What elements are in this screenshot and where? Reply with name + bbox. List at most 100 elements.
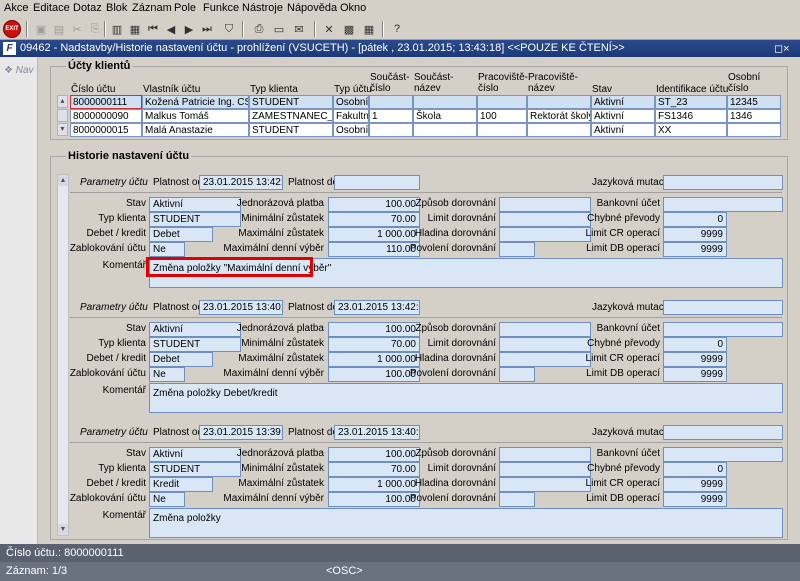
help-icon[interactable]: ? [388, 21, 406, 37]
language-field[interactable] [663, 425, 783, 440]
state-field[interactable]: Aktivní [149, 197, 241, 212]
valid-to-field[interactable] [334, 175, 420, 190]
bank-account-field[interactable] [663, 447, 783, 462]
workplace-number-cell[interactable] [477, 123, 527, 137]
owner-cell[interactable]: Malá Anastazie [142, 123, 249, 137]
calculator-icon[interactable]: ▩ [340, 21, 358, 37]
scroll-down-icon[interactable]: ▼ [58, 524, 68, 535]
calendar-icon[interactable]: ▦ [360, 21, 378, 37]
limit-db-field[interactable]: 9999 [663, 367, 727, 382]
topup-allowed-field[interactable] [499, 367, 535, 382]
first-record-icon[interactable]: ⏮ [144, 21, 162, 37]
bad-transfers-field[interactable]: 0 [663, 212, 727, 227]
save-icon[interactable]: ▣ [32, 21, 50, 37]
part-name-cell[interactable]: Škola [413, 109, 477, 123]
print-icon[interactable]: ▤ [50, 21, 68, 37]
limit-cr-field[interactable]: 9999 [663, 477, 727, 492]
mail-icon[interactable]: ✉ [290, 21, 308, 37]
bad-transfers-field[interactable]: 0 [663, 462, 727, 477]
valid-from-field[interactable]: 23.01.2015 13:40:18 [199, 300, 283, 315]
owner-cell[interactable]: Malkus Tomáš [142, 109, 249, 123]
limit-db-field[interactable]: 9999 [663, 242, 727, 257]
debit-credit-field[interactable]: Debet [149, 227, 213, 242]
min-balance-field[interactable]: 70.00 [328, 212, 420, 227]
account-type-cell[interactable]: Fakultní [333, 109, 369, 123]
personal-number-cell[interactable] [727, 123, 781, 137]
client-type-field[interactable]: STUDENT [149, 212, 241, 227]
valid-from-field[interactable]: 23.01.2015 13:39:48 [199, 425, 283, 440]
account-id-cell[interactable]: XX [655, 123, 727, 137]
state-field[interactable]: Aktivní [149, 447, 241, 462]
scroll-down-icon[interactable]: ▼ [57, 123, 68, 136]
max-daily-field[interactable]: 110.00 [328, 242, 420, 257]
valid-from-field[interactable]: 23.01.2015 13:42:48 [199, 175, 283, 190]
menu-editace[interactable]: Editace [33, 2, 70, 14]
max-balance-field[interactable]: 1 000.00 [328, 227, 420, 242]
debit-credit-field[interactable]: Kredit [149, 477, 213, 492]
client-type-cell[interactable]: STUDENT [249, 95, 333, 109]
printer-icon[interactable]: ⎙ [250, 21, 268, 37]
debit-credit-field[interactable]: Debet [149, 352, 213, 367]
topup-level-field[interactable] [499, 227, 591, 242]
window-controls-icon[interactable]: ◻× [774, 42, 790, 55]
min-balance-field[interactable]: 70.00 [328, 337, 420, 352]
export-icon[interactable]: ▭ [270, 21, 288, 37]
client-type-field[interactable]: STUDENT [149, 462, 241, 477]
valid-to-field[interactable]: 23.01.2015 13:42:48 [334, 300, 420, 315]
personal-number-cell[interactable]: 1346 [727, 109, 781, 123]
menu-nastroje[interactable]: Nástroje [242, 2, 283, 14]
scroll-up-icon[interactable]: ▲ [58, 175, 68, 186]
workplace-number-cell[interactable]: 100 [477, 109, 527, 123]
query-icon[interactable]: ▥ [108, 21, 126, 37]
menu-zaznam[interactable]: Záznam [132, 2, 172, 14]
state-cell[interactable]: Aktivní [591, 95, 655, 109]
topup-method-field[interactable] [499, 447, 591, 462]
menu-napoveda[interactable]: Nápověda [287, 2, 337, 14]
client-type-cell[interactable]: STUDENT [249, 123, 333, 137]
bank-account-field[interactable] [663, 197, 783, 212]
menu-dotaz[interactable]: Dotaz [73, 2, 102, 14]
topup-level-field[interactable] [499, 477, 591, 492]
row-indicator[interactable] [57, 109, 68, 122]
prev-record-icon[interactable]: ◀ [162, 21, 180, 37]
menu-akce[interactable]: Akce [4, 2, 28, 14]
account-number-cell[interactable]: 8000000090 [70, 109, 142, 123]
part-number-cell[interactable]: 1 [369, 109, 413, 123]
workplace-name-cell[interactable] [527, 123, 591, 137]
state-cell[interactable]: Aktivní [591, 123, 655, 137]
menu-funkce[interactable]: Funkce [203, 2, 239, 14]
state-cell[interactable]: Aktivní [591, 109, 655, 123]
blocked-field[interactable]: Ne [149, 242, 185, 257]
part-name-cell[interactable] [413, 123, 477, 137]
bad-transfers-field[interactable]: 0 [663, 337, 727, 352]
workplace-name-cell[interactable]: Rektorát školy [527, 109, 591, 123]
part-number-cell[interactable] [369, 95, 413, 109]
topup-allowed-field[interactable] [499, 492, 535, 507]
client-type-cell[interactable]: ZAMESTNANEC_SLU [249, 109, 333, 123]
account-number-cell[interactable]: 8000000111 [70, 95, 142, 109]
owner-cell[interactable]: Kožená Patricie Ing. CSc. [142, 95, 249, 109]
history-scrollbar[interactable]: ▲ ▼ [57, 174, 69, 536]
menu-okno[interactable]: Okno [340, 2, 366, 14]
topup-limit-field[interactable] [499, 337, 591, 352]
next-record-icon[interactable]: ▶ [180, 21, 198, 37]
max-balance-field[interactable]: 1 000.00 [328, 477, 420, 492]
blocked-field[interactable]: Ne [149, 367, 185, 382]
cut-icon[interactable]: ✂ [68, 21, 86, 37]
max-daily-field[interactable]: 100.00 [328, 367, 420, 382]
comment-field[interactable]: Změna položky [149, 508, 783, 538]
one-time-field[interactable]: 100.00 [328, 322, 420, 337]
one-time-field[interactable]: 100.00 [328, 197, 420, 212]
topup-method-field[interactable] [499, 322, 591, 337]
language-field[interactable] [663, 175, 783, 190]
language-field[interactable] [663, 300, 783, 315]
filter-icon[interactable]: ⛉ [220, 21, 238, 37]
menu-pole[interactable]: Pole [174, 2, 196, 14]
last-record-icon[interactable]: ⏭ [198, 21, 216, 37]
one-time-field[interactable]: 100.00 [328, 447, 420, 462]
workplace-number-cell[interactable] [477, 95, 527, 109]
menu-blok[interactable]: Blok [106, 2, 127, 14]
topup-limit-field[interactable] [499, 212, 591, 227]
bank-account-field[interactable] [663, 322, 783, 337]
client-type-field[interactable]: STUDENT [149, 337, 241, 352]
